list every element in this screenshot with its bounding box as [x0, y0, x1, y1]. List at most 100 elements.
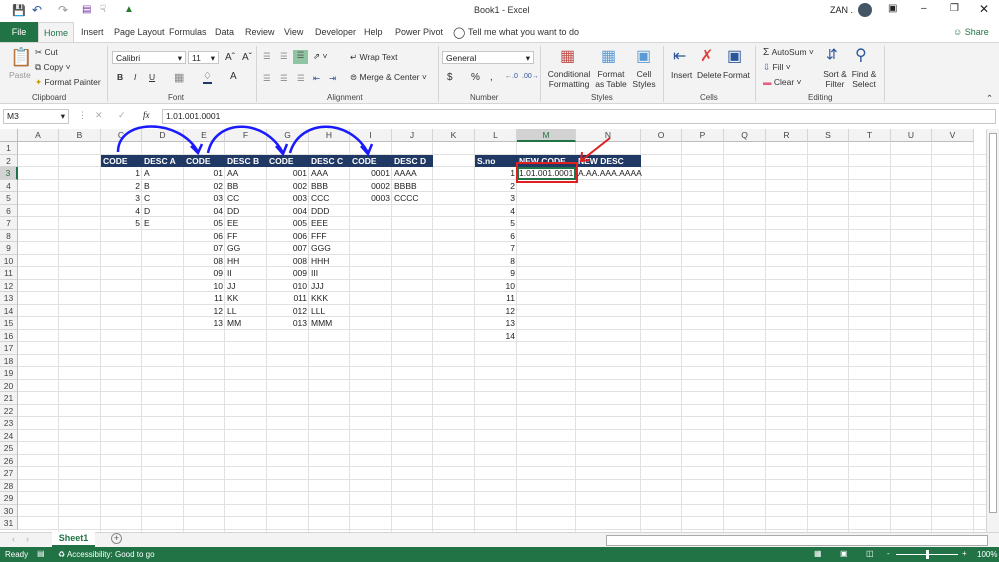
- prev-sheet-icon[interactable]: ‹: [12, 534, 15, 544]
- currency-button[interactable]: $: [447, 72, 453, 83]
- column-header-O[interactable]: O: [641, 129, 682, 142]
- row-header-21[interactable]: 21: [0, 392, 18, 405]
- row-header-19[interactable]: 19: [0, 367, 18, 380]
- copy-button[interactable]: ⧉ Copy ˅: [35, 62, 71, 73]
- cell-H4[interactable]: BBB: [309, 180, 350, 193]
- normal-view-icon[interactable]: ▦: [814, 549, 822, 558]
- cell-E3[interactable]: 01: [184, 167, 225, 180]
- cell-F14[interactable]: LL: [225, 305, 267, 318]
- cell-I3[interactable]: 0001: [350, 167, 392, 180]
- column-header-R[interactable]: R: [766, 129, 808, 142]
- cell-F2[interactable]: DESC B: [225, 154, 267, 167]
- wrap-text-button[interactable]: ↵ Wrap Text: [350, 52, 397, 63]
- tell-me-input[interactable]: Tell me what you want to do: [468, 27, 579, 37]
- increase-decimal-icon[interactable]: ←.0: [505, 73, 518, 80]
- cell-H11[interactable]: III: [309, 267, 350, 280]
- cell-M3[interactable]: 1.01.001.0001: [517, 167, 576, 180]
- tab-page-layout[interactable]: Page Layout: [114, 27, 165, 37]
- cell-E12[interactable]: 10: [184, 280, 225, 293]
- paste-button[interactable]: Paste: [9, 70, 31, 80]
- font-color-icon[interactable]: A: [230, 71, 237, 82]
- italic-button[interactable]: I: [134, 72, 136, 82]
- select-all-button[interactable]: [0, 129, 18, 142]
- format-as-table-button[interactable]: Format as Table: [592, 69, 630, 89]
- column-header-P[interactable]: P: [682, 129, 724, 142]
- row-header-14[interactable]: 14: [0, 304, 18, 317]
- cell-E2[interactable]: CODE: [184, 154, 225, 167]
- cell-H13[interactable]: KKK: [309, 292, 350, 305]
- cell-I5[interactable]: 0003: [350, 192, 392, 205]
- cell-F12[interactable]: JJ: [225, 280, 267, 293]
- cell-H8[interactable]: FFF: [309, 230, 350, 243]
- column-header-V[interactable]: V: [932, 129, 974, 142]
- row-header-3[interactable]: 3: [0, 167, 18, 180]
- enter-icon[interactable]: ✓: [118, 110, 126, 121]
- column-header-E[interactable]: E: [184, 129, 225, 142]
- cell-G9[interactable]: 007: [267, 242, 309, 255]
- tab-formulas[interactable]: Formulas: [169, 27, 207, 37]
- row-header-9[interactable]: 9: [0, 242, 18, 255]
- column-header-G[interactable]: G: [267, 129, 309, 142]
- cell-G14[interactable]: 012: [267, 305, 309, 318]
- align-center-icon[interactable]: ☰: [280, 73, 288, 84]
- column-header-M[interactable]: M: [517, 129, 576, 142]
- column-header-J[interactable]: J: [392, 129, 433, 142]
- worksheet-grid[interactable]: A B C D E F G H I J K L M N O P Q R S T U V 1 2 3 4 5 6 7 8 9 10 11 12 13 1…: [0, 129, 986, 532]
- name-box[interactable]: M3 ▾: [3, 109, 69, 124]
- touch-mode-icon[interactable]: ☟: [100, 4, 106, 15]
- cell-G11[interactable]: 009: [267, 267, 309, 280]
- cell-G2[interactable]: CODE: [267, 154, 309, 167]
- cell-G12[interactable]: 010: [267, 280, 309, 293]
- sort-filter-button[interactable]: Sort & Filter: [820, 69, 850, 89]
- zoom-level[interactable]: 100%: [977, 550, 997, 559]
- row-header-24[interactable]: 24: [0, 429, 18, 442]
- add-sheet-button[interactable]: +: [111, 533, 122, 544]
- tab-home[interactable]: Home: [38, 22, 74, 43]
- cell-C3[interactable]: 1: [101, 167, 142, 180]
- cell-L4[interactable]: 2: [475, 180, 517, 193]
- comma-button[interactable]: ,: [490, 72, 493, 83]
- cell-H15[interactable]: MMM: [309, 317, 350, 330]
- align-left-icon[interactable]: ☰: [263, 73, 271, 84]
- horizontal-scrollbar[interactable]: [606, 535, 988, 546]
- formula-input[interactable]: 1.01.001.0001: [162, 109, 996, 124]
- cell-F10[interactable]: HH: [225, 255, 267, 268]
- merge-center-button[interactable]: ⊜ Merge & Center ˅: [350, 72, 427, 83]
- cell-F6[interactable]: DD: [225, 205, 267, 218]
- cell-F4[interactable]: BB: [225, 180, 267, 193]
- decrease-decimal-icon[interactable]: .00→: [522, 73, 539, 80]
- cell-F5[interactable]: CC: [225, 192, 267, 205]
- row-header-22[interactable]: 22: [0, 404, 18, 417]
- cell-L6[interactable]: 4: [475, 205, 517, 218]
- column-header-Q[interactable]: Q: [724, 129, 766, 142]
- scrollbar-thumb[interactable]: [989, 133, 997, 513]
- row-header-25[interactable]: 25: [0, 442, 18, 455]
- cell-L5[interactable]: 3: [475, 192, 517, 205]
- row-header-1[interactable]: 1: [0, 142, 18, 155]
- cell-H2[interactable]: DESC C: [309, 154, 350, 167]
- column-header-T[interactable]: T: [849, 129, 891, 142]
- collapse-ribbon-icon[interactable]: ⌃: [986, 93, 993, 104]
- cell-G10[interactable]: 008: [267, 255, 309, 268]
- cell-E5[interactable]: 03: [184, 192, 225, 205]
- redo-icon[interactable]: ↷: [58, 3, 68, 17]
- zoom-slider-thumb[interactable]: [926, 550, 929, 559]
- borders-icon[interactable]: ▦: [174, 71, 184, 84]
- cell-D5[interactable]: C: [142, 192, 184, 205]
- row-header-26[interactable]: 26: [0, 454, 18, 467]
- cell-J5[interactable]: CCCC: [392, 192, 433, 205]
- column-header-N[interactable]: N: [576, 129, 641, 142]
- column-header-I[interactable]: I: [350, 129, 392, 142]
- cell-E10[interactable]: 08: [184, 255, 225, 268]
- column-header-F[interactable]: F: [225, 129, 267, 142]
- cell-C2[interactable]: CODE: [101, 154, 142, 167]
- cell-D2[interactable]: DESC A: [142, 154, 184, 167]
- cell-F3[interactable]: AA: [225, 167, 267, 180]
- cell-G4[interactable]: 002: [267, 180, 309, 193]
- cell-L15[interactable]: 13: [475, 317, 517, 330]
- conditional-formatting-button[interactable]: Conditional Formatting: [546, 69, 592, 89]
- column-header-L[interactable]: L: [475, 129, 517, 142]
- cell-D4[interactable]: B: [142, 180, 184, 193]
- cell-D6[interactable]: D: [142, 205, 184, 218]
- insert-button[interactable]: Insert: [671, 70, 692, 80]
